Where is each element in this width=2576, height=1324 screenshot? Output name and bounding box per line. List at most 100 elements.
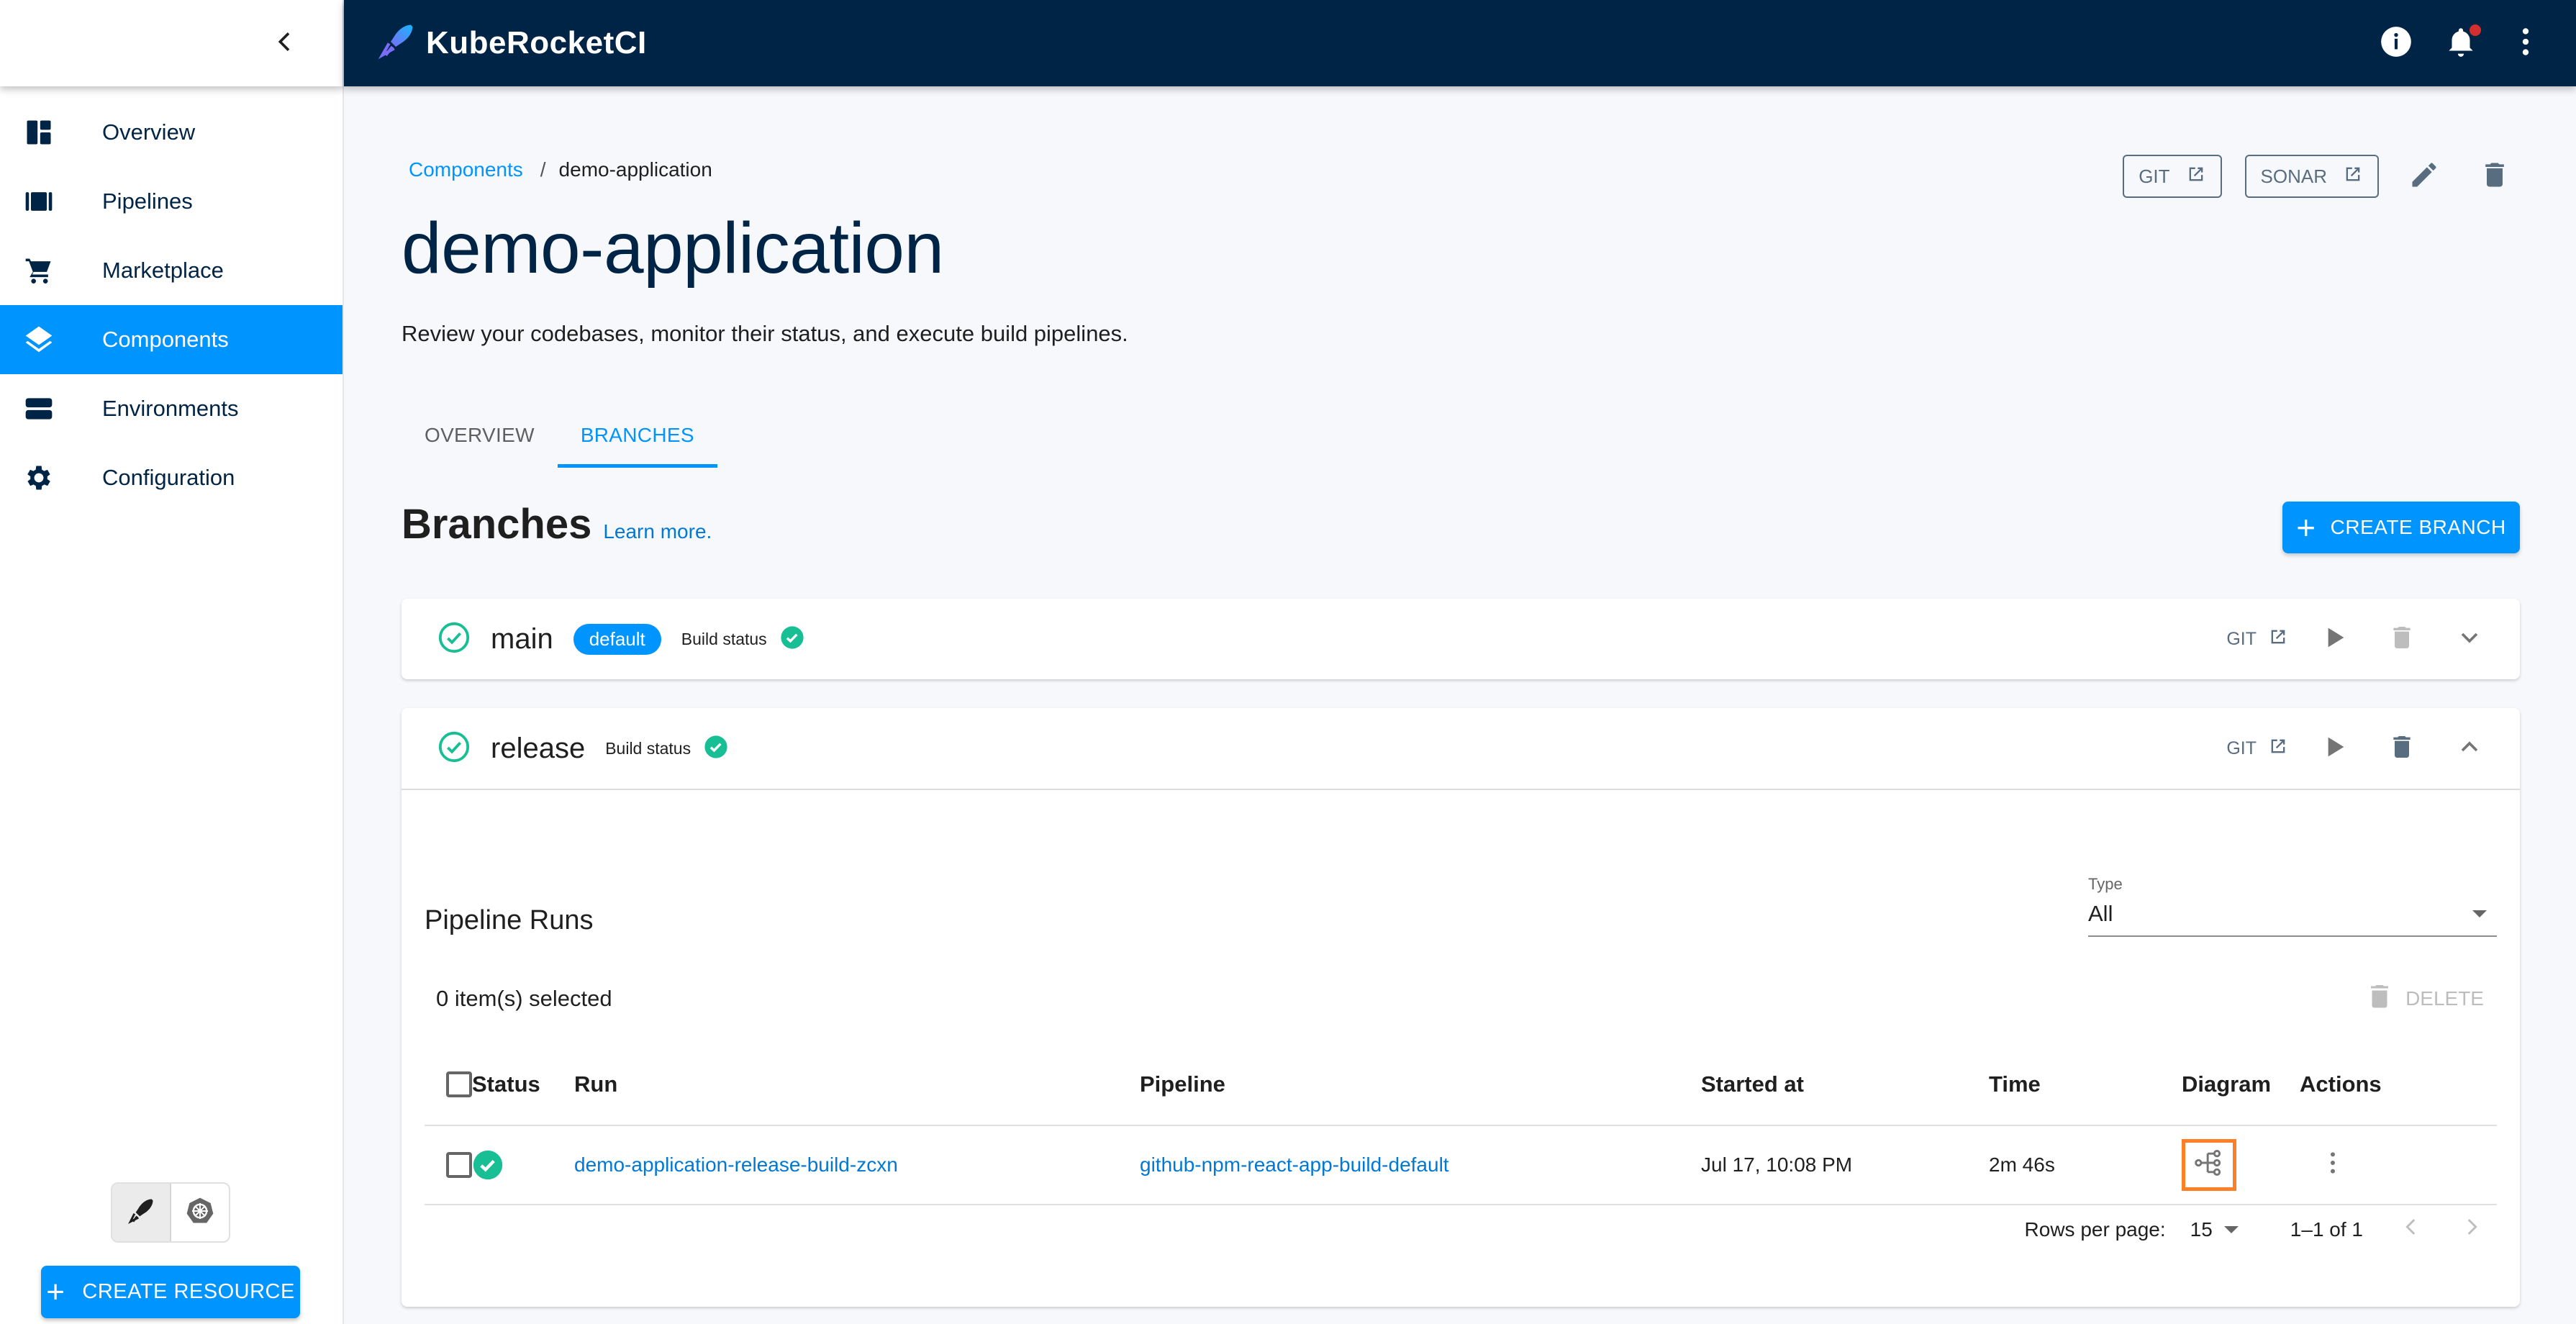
- branch-git-link[interactable]: GIT: [2226, 627, 2288, 652]
- sidebar-item-environments[interactable]: Environments: [0, 374, 343, 443]
- more-menu-button[interactable]: [2504, 22, 2547, 65]
- branch-header[interactable]: release Build status GIT: [402, 708, 2520, 789]
- sidebar-item-label: Components: [102, 327, 229, 352]
- pipeline-cell: github-npm-react-app-build-default: [1140, 1125, 1701, 1205]
- page-description: Review your codebases, monitor their sta…: [402, 321, 1128, 346]
- page-title: demo-application: [402, 208, 944, 289]
- diagram-tree-icon: [2193, 1147, 2225, 1184]
- sidebar-item-label: Pipelines: [102, 189, 193, 214]
- trash-icon: [2387, 623, 2416, 656]
- diagram-cell: [2182, 1125, 2300, 1205]
- expand-branch-button[interactable]: [2448, 617, 2491, 661]
- column-status[interactable]: Status: [472, 1043, 574, 1126]
- select-all-checkbox[interactable]: [446, 1071, 472, 1098]
- collapse-branch-button[interactable]: [2448, 727, 2491, 770]
- app-logo[interactable]: KubeRocketCI: [376, 22, 647, 65]
- sidebar-item-configuration[interactable]: Configuration: [0, 443, 343, 512]
- layers-icon: [23, 324, 55, 355]
- branch-git-link[interactable]: GIT: [2226, 736, 2288, 761]
- column-started-at[interactable]: Started at: [1701, 1043, 1989, 1126]
- branch-name: release: [491, 732, 586, 764]
- tab-branches[interactable]: BRANCHES: [557, 403, 717, 468]
- breadcrumb: Components / demo-application: [409, 158, 712, 181]
- row-actions-button[interactable]: [2318, 1148, 2347, 1182]
- chevron-down-icon: [2455, 623, 2484, 656]
- rows-per-page-select[interactable]: 15: [2190, 1218, 2239, 1241]
- chevron-left-icon[interactable]: [271, 27, 299, 60]
- git-link-button[interactable]: GIT: [2123, 155, 2222, 198]
- trash-icon: [2479, 159, 2511, 194]
- previous-page-button[interactable]: [2399, 1215, 2423, 1244]
- dropdown-arrow-icon: [2223, 1225, 2239, 1233]
- actions-cell: [2300, 1125, 2497, 1205]
- branches-title: Branches: [402, 501, 592, 548]
- table-row: demo-application-release-build-zcxn gith…: [425, 1125, 2497, 1205]
- delete-branch-button[interactable]: [2380, 727, 2423, 770]
- row-checkbox[interactable]: [446, 1152, 472, 1178]
- status-cell: [472, 1125, 574, 1205]
- chevron-left-icon: [2399, 1219, 2423, 1243]
- git-label: GIT: [2139, 165, 2170, 187]
- info-button[interactable]: [2375, 22, 2418, 65]
- sonar-label: SONAR: [2260, 165, 2327, 187]
- gear-icon: [23, 462, 55, 494]
- branches-heading: Branches Learn more.: [402, 500, 712, 548]
- open-in-new-icon: [2170, 164, 2206, 189]
- sidebar-item-overview[interactable]: Overview: [0, 98, 343, 167]
- type-filter-select[interactable]: Type All: [2088, 875, 2497, 937]
- notification-dot: [2470, 24, 2481, 36]
- delete-component-button[interactable]: [2470, 151, 2520, 201]
- sonar-link-button[interactable]: SONAR: [2244, 155, 2379, 198]
- build-status-label: Build status: [605, 738, 691, 758]
- sidebar-item-label: Overview: [102, 119, 196, 145]
- sidebar-item-label: Marketplace: [102, 258, 224, 283]
- git-label: GIT: [2226, 738, 2257, 758]
- open-in-new-icon: [2257, 736, 2288, 761]
- storage-icon: [23, 393, 55, 425]
- check-circle-outline-icon: [437, 621, 471, 658]
- pipeline-runs-title: Pipeline Runs: [425, 905, 594, 935]
- branch-header[interactable]: main default Build status GIT: [402, 599, 2520, 679]
- breadcrumb-components-link[interactable]: Components: [409, 158, 523, 181]
- sidebar-item-components[interactable]: Components: [0, 305, 343, 374]
- learn-more-link[interactable]: Learn more.: [603, 520, 712, 543]
- sidebar-header: [0, 0, 343, 86]
- trash-icon: [2368, 983, 2405, 1014]
- rocket-logo-icon: [376, 22, 416, 65]
- branch-card-main: main default Build status GIT: [402, 599, 2520, 679]
- tab-overview[interactable]: OVERVIEW: [402, 403, 558, 468]
- dashboard-icon: [23, 117, 55, 148]
- delete-label: DELETE: [2405, 987, 2484, 1010]
- run-cell: demo-application-release-build-zcxn: [574, 1125, 1140, 1205]
- create-branch-button[interactable]: + CREATE BRANCH: [2282, 502, 2520, 553]
- sidebar-item-marketplace[interactable]: Marketplace: [0, 236, 343, 305]
- pipeline-link[interactable]: github-npm-react-app-build-default: [1140, 1153, 1449, 1176]
- open-in-new-icon: [2327, 164, 2363, 189]
- diagram-button[interactable]: [2182, 1139, 2236, 1191]
- edit-button[interactable]: [2399, 151, 2449, 201]
- sidebar-item-pipelines[interactable]: Pipelines: [0, 167, 343, 236]
- run-build-button[interactable]: [2313, 617, 2356, 661]
- delete-runs-button: DELETE: [2368, 983, 2484, 1014]
- sidebar: Overview Pipelines Marketplace Component…: [0, 0, 344, 1324]
- run-build-button[interactable]: [2313, 727, 2356, 770]
- trash-icon: [2387, 733, 2416, 765]
- next-page-button[interactable]: [2459, 1215, 2484, 1244]
- type-filter-value: All: [2088, 901, 2113, 926]
- build-status-label: Build status: [681, 629, 767, 648]
- krci-mode-toggle[interactable]: [112, 1184, 171, 1241]
- create-resource-button[interactable]: + CREATE RESOURCE: [41, 1266, 300, 1318]
- build-success-icon: [691, 735, 728, 763]
- kubernetes-mode-toggle[interactable]: [171, 1184, 229, 1241]
- plus-icon: +: [2296, 509, 2316, 546]
- breadcrumb-current: demo-application: [558, 158, 712, 181]
- info-icon: [2378, 24, 2414, 63]
- notifications-button[interactable]: [2439, 22, 2482, 65]
- column-run[interactable]: Run: [574, 1043, 1140, 1126]
- chevron-right-icon: [2459, 1219, 2484, 1243]
- sidebar-nav: Overview Pipelines Marketplace Component…: [0, 98, 343, 512]
- branch-actions: GIT: [2226, 617, 2491, 661]
- column-pipeline[interactable]: Pipeline: [1140, 1043, 1701, 1126]
- column-time[interactable]: Time: [1989, 1043, 2182, 1126]
- run-link[interactable]: demo-application-release-build-zcxn: [574, 1153, 898, 1176]
